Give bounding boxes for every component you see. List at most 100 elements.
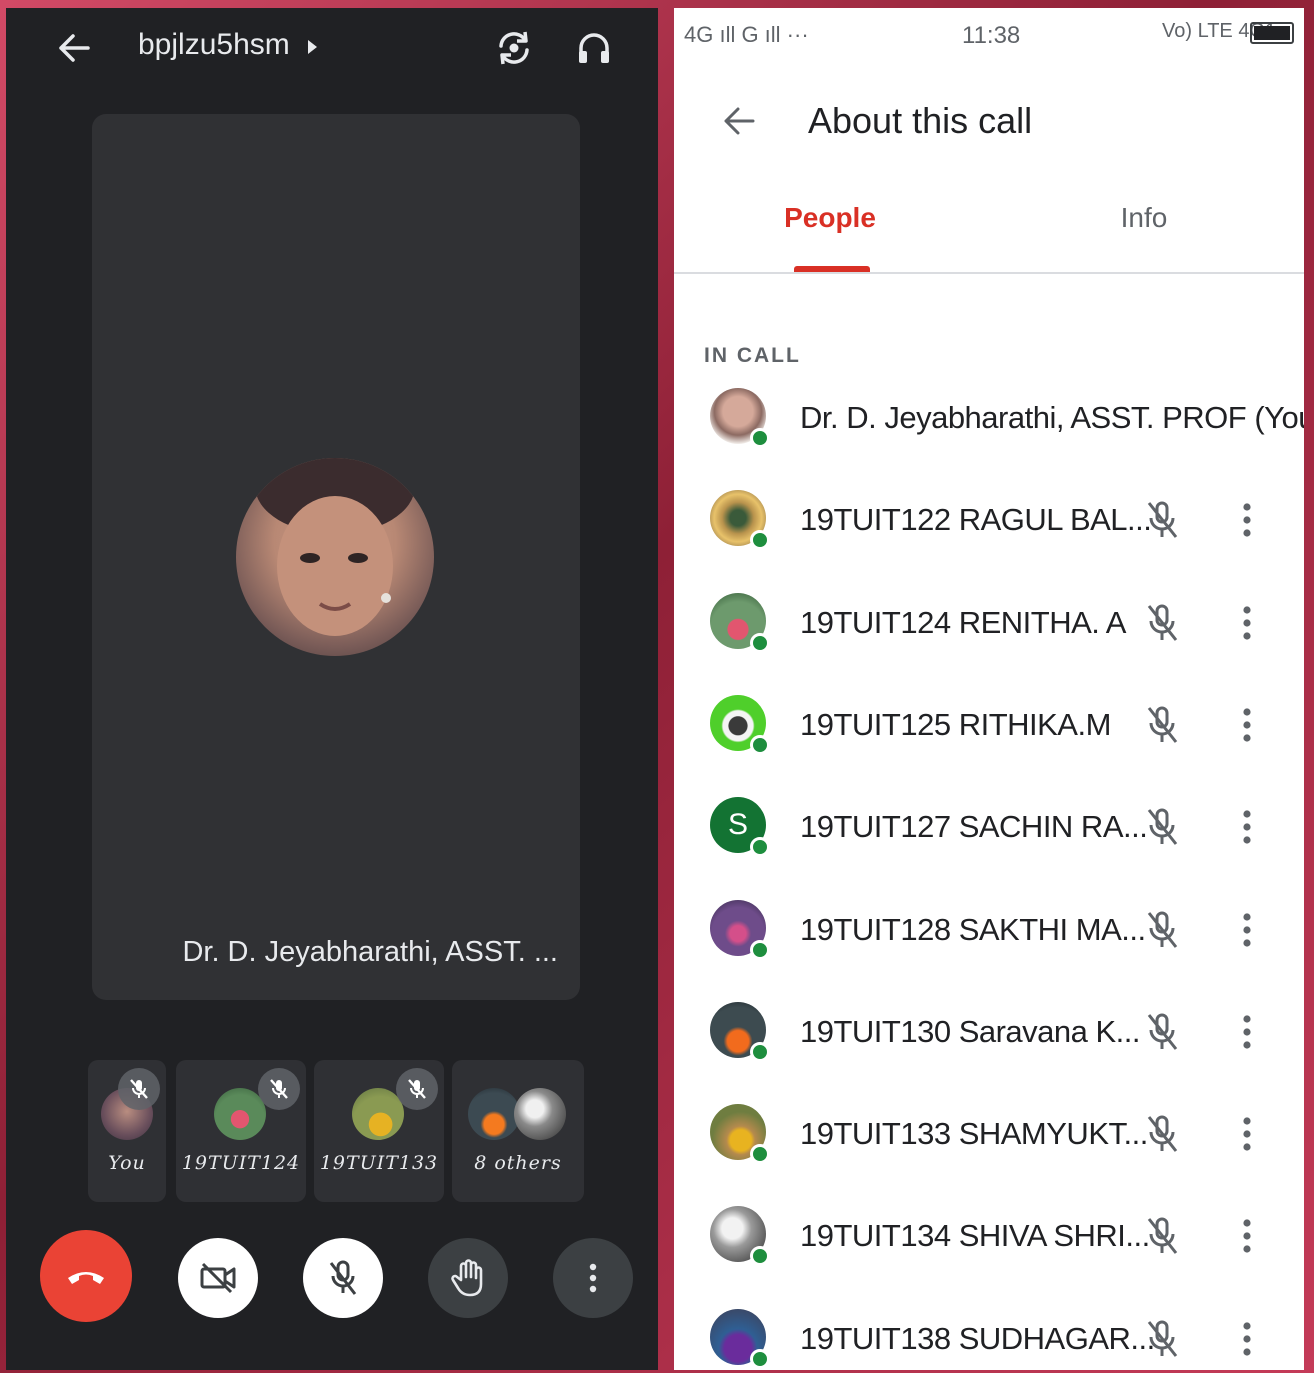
online-status-dot	[750, 1041, 770, 1062]
mic-off-icon	[1140, 1214, 1184, 1258]
battery-icon	[1250, 22, 1294, 44]
camera-toggle-button[interactable]	[178, 1238, 258, 1318]
participant-name: 19TUIT127 SACHIN RA...	[800, 809, 1148, 845]
thumbnail-label: 19TUIT133	[319, 1152, 439, 1174]
main-speaker-avatar	[236, 458, 434, 656]
caret-right-icon[interactable]	[306, 38, 320, 56]
mic-off-icon	[1140, 908, 1184, 952]
participant-name: 19TUIT128 SAKTHI MA...	[800, 911, 1146, 947]
hang-up-icon	[68, 1272, 104, 1284]
participant-name: 19TUIT122 RAGUL BAL...	[800, 502, 1152, 538]
thumbnail-label: You	[108, 1152, 146, 1174]
participant-row[interactable]: 19TUIT125 RITHIKA.M	[674, 694, 1304, 785]
mic-off-icon	[258, 1068, 300, 1110]
more-vert-icon[interactable]	[1230, 908, 1264, 952]
participant-thumbnail-others[interactable]: 8 others	[452, 1060, 584, 1202]
section-label: IN CALL	[704, 344, 801, 367]
participant-row[interactable]: Dr. D. Jeyabharathi, ASST. PROF (You)	[674, 388, 1304, 478]
participant-row[interactable]: 19TUIT128 SAKTHI MA...	[674, 899, 1304, 990]
online-status-dot	[750, 530, 770, 551]
online-status-dot	[750, 837, 770, 858]
main-video-tile[interactable]: Dr. D. Jeyabharathi, ASST. ...	[92, 114, 580, 1000]
more-options-button[interactable]	[553, 1238, 633, 1318]
network-indicators-left: 4G ıll G ıll ···	[684, 22, 809, 47]
participant-thumbnail-19tuit133[interactable]: 19TUIT133	[314, 1060, 444, 1202]
participant-name: 19TUIT133 SHAMYUKT...	[800, 1116, 1148, 1152]
tab-people[interactable]: People	[770, 202, 890, 234]
headphones-icon[interactable]	[570, 24, 618, 72]
mic-off-icon	[396, 1068, 438, 1110]
page-title: About this call	[808, 100, 1033, 141]
mic-toggle-button[interactable]	[303, 1238, 383, 1318]
avatar	[710, 388, 770, 448]
online-status-dot	[750, 1144, 770, 1165]
avatar	[710, 1206, 770, 1267]
tab-info[interactable]: Info	[1084, 202, 1204, 234]
participant-name: 19TUIT124 RENITHA. A	[800, 604, 1126, 640]
more-vert-icon[interactable]	[1230, 1112, 1264, 1156]
switch-camera-icon[interactable]	[490, 24, 538, 72]
more-vert-icon[interactable]	[1230, 1214, 1264, 1258]
avatar	[710, 490, 770, 551]
more-vert-icon[interactable]	[1230, 805, 1264, 849]
more-vert-icon	[589, 1263, 597, 1293]
participant-row[interactable]: 19TUIT134 SHIVA SHRI...	[674, 1206, 1304, 1296]
thumbnail-label: 19TUIT124	[181, 1152, 301, 1174]
mic-off-icon	[1140, 703, 1184, 747]
back-arrow-icon[interactable]	[714, 96, 764, 146]
avatar	[710, 1308, 770, 1369]
online-status-dot	[750, 1348, 770, 1369]
end-call-button[interactable]	[40, 1230, 132, 1322]
online-status-dot	[750, 428, 770, 448]
back-arrow-icon[interactable]	[50, 26, 98, 70]
avatar: S	[710, 797, 770, 858]
mic-off-icon	[1140, 1010, 1184, 1054]
avatar	[468, 1088, 520, 1140]
more-vert-icon[interactable]	[1230, 601, 1264, 645]
online-status-dot	[750, 734, 770, 755]
participant-thumbnail-19tuit124[interactable]: 19TUIT124	[176, 1060, 306, 1202]
mic-off-icon	[1140, 601, 1184, 645]
avatar	[710, 1001, 770, 1062]
online-status-dot	[750, 939, 770, 960]
participant-row[interactable]: 19TUIT133 SHAMYUKT...	[674, 1104, 1304, 1194]
avatar	[710, 1104, 770, 1165]
mic-off-icon	[329, 1260, 357, 1295]
call-top-bar: bpjlzu5hsm	[6, 8, 658, 88]
about-this-call-screen: 4G ıll G ıll ··· 11:38 Vo) LTE 4G1 About…	[674, 8, 1304, 1370]
participant-row[interactable]: 19TUIT130 Saravana K...	[674, 1001, 1304, 1092]
camera-off-icon	[200, 1262, 236, 1294]
hand-icon	[451, 1259, 483, 1297]
status-bar: 4G ıll G ıll ··· 11:38 Vo) LTE 4G1	[674, 8, 1304, 68]
main-tile-name: Dr. D. Jeyabharathi, ASST. ...	[182, 936, 558, 968]
participant-row[interactable]: 19TUIT124 RENITHA. A	[674, 592, 1304, 683]
meeting-code[interactable]: bpjlzu5hsm	[138, 28, 290, 62]
avatar	[710, 899, 770, 960]
more-vert-icon[interactable]	[1230, 703, 1264, 747]
participant-thumbnail-you[interactable]: You	[88, 1060, 166, 1202]
participant-row[interactable]: 19TUIT138 SUDHAGAR...	[674, 1308, 1304, 1370]
online-status-dot	[750, 632, 770, 653]
online-status-dot	[750, 1246, 770, 1267]
avatar	[514, 1088, 566, 1140]
avatar	[710, 592, 770, 653]
participant-name: 19TUIT125 RITHIKA.M	[800, 706, 1111, 742]
more-vert-icon[interactable]	[1230, 498, 1264, 542]
mic-off-icon	[1140, 805, 1184, 849]
mic-off-icon	[1140, 498, 1184, 542]
thumbnail-label: 8 others	[474, 1152, 562, 1174]
call-screen: bpjlzu5hsm Dr. D. Jeyabharathi, ASST. ..…	[6, 8, 658, 1370]
mic-off-icon	[1140, 1112, 1184, 1156]
mic-off-icon	[1140, 1317, 1184, 1361]
raise-hand-button[interactable]	[428, 1238, 508, 1318]
more-vert-icon[interactable]	[1230, 1317, 1264, 1361]
avatar	[710, 694, 770, 755]
participant-row[interactable]: 19TUIT122 RAGUL BAL...	[674, 490, 1304, 580]
participant-row[interactable]: S 19TUIT127 SACHIN RA...	[674, 797, 1304, 887]
more-vert-icon[interactable]	[1230, 1010, 1264, 1054]
participant-name: 19TUIT138 SUDHAGAR...	[800, 1320, 1155, 1356]
tab-divider	[674, 272, 1304, 274]
participant-name: Dr. D. Jeyabharathi, ASST. PROF (You)	[800, 400, 1304, 435]
participant-name: 19TUIT134 SHIVA SHRI...	[800, 1218, 1150, 1254]
participant-name: 19TUIT130 Saravana K...	[800, 1013, 1141, 1049]
